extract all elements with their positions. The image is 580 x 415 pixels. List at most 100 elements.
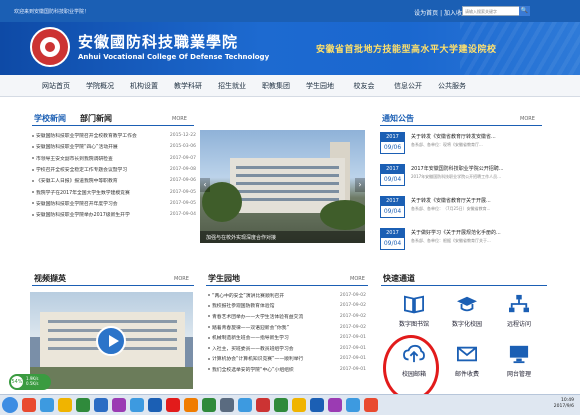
nav-item[interactable]: 公共服务 xyxy=(430,81,474,91)
app-icon[interactable] xyxy=(40,398,54,412)
nav-item[interactable]: 信息公开 xyxy=(386,81,430,91)
taskbar-clock[interactable]: 10:49 2017/9/6 xyxy=(554,398,574,410)
list-item-title: 机械制造新生班会——指导新生学习 xyxy=(208,334,328,341)
app-icon[interactable] xyxy=(310,398,324,412)
app-icon[interactable] xyxy=(112,398,126,412)
list-item-date: 2017-09-02 xyxy=(339,292,366,298)
nav-item[interactable]: 网站首页 xyxy=(34,81,78,91)
list-item[interactable]: 我们全校选举安的学院“中心”小组组织 2017-09-01 xyxy=(208,364,366,375)
main-nav: 网站首页 学院概况 机构设置 教学科研 招生就业 职教集团 学生园地 校友会 信… xyxy=(0,75,580,97)
app-icon[interactable] xyxy=(220,398,234,412)
nav-item[interactable]: 职教集团 xyxy=(254,81,298,91)
list-item-date: 2017-09-02 xyxy=(339,303,366,309)
app-icon[interactable] xyxy=(58,398,72,412)
list-item-date: 2015-12-22 xyxy=(169,133,196,139)
list-item[interactable]: “两心中的安全”演讲比赛顺利召开 2017-09-02 xyxy=(208,290,366,301)
list-item[interactable]: 踏着青春旋律——双语迎新会“你我” 2017-09-02 xyxy=(208,322,366,333)
notice-summary: 各系部、各单位：根据《安徽省教育厅关于... xyxy=(411,238,491,243)
app-icon[interactable] xyxy=(184,398,198,412)
app-icon[interactable] xyxy=(166,398,180,412)
app-icon[interactable] xyxy=(256,398,270,412)
quick-item-digital-campus[interactable]: 数字化校园 xyxy=(442,294,492,328)
list-item-date: 2017-09-02 xyxy=(339,313,366,319)
app-icon[interactable] xyxy=(364,398,378,412)
list-item-title: “两心中的安全”演讲比赛顺利召开 xyxy=(208,292,328,299)
list-item[interactable]: 安徽国防科技职业学院召开全校教育教学工作会 2015-12-22 xyxy=(32,130,196,141)
notice-item[interactable]: 2017 09/04 关于做好学习《关于开展规范化手册的... 各系部、各单位：根据《… xyxy=(380,226,540,257)
list-item-date: 2017-09-08 xyxy=(169,167,196,173)
divider xyxy=(32,285,194,286)
nav-item[interactable]: 机构设置 xyxy=(122,81,166,91)
photo-prev-arrow[interactable]: ‹ xyxy=(200,178,210,192)
list-item[interactable]: 安徽国防科技职业学院召开年度学习会 2017-09-05 xyxy=(32,198,196,209)
college-logo[interactable] xyxy=(30,27,70,67)
list-item[interactable]: 计算机协会“计算机知识竞赛”——顺利举行 2017-09-01 xyxy=(208,354,366,365)
graduation-cap-icon xyxy=(457,296,477,312)
nav-item[interactable]: 学生园地 xyxy=(298,81,342,91)
list-item-title: 我们全校选举安的学院“中心”小组组织 xyxy=(208,366,328,373)
video-player[interactable] xyxy=(30,292,193,389)
video-more-link[interactable]: MORE xyxy=(174,276,189,282)
app-icon[interactable] xyxy=(274,398,288,412)
app-icon[interactable] xyxy=(292,398,306,412)
quick-item-mail-fee[interactable]: 邮件收费 xyxy=(442,344,492,378)
nav-item[interactable]: 教学科研 xyxy=(166,81,210,91)
nav-item[interactable]: 校友会 xyxy=(342,81,386,91)
app-icon[interactable] xyxy=(76,398,90,412)
tab-school-news[interactable]: 学校新闻 xyxy=(34,113,66,124)
list-item[interactable]: 市领导王安文副市长到我院调研检查 2017-09-07 xyxy=(32,153,196,164)
campus-more-link[interactable]: MORE xyxy=(350,276,365,282)
quick-item-site-admin[interactable]: 网台管理 xyxy=(494,344,544,378)
app-icon[interactable] xyxy=(238,398,252,412)
app-icon[interactable] xyxy=(202,398,216,412)
notice-item[interactable]: 2017 09/04 2017年安徽国防科技职业学院公开招聘... 2017年安徽国防… xyxy=(380,162,540,193)
news-photo[interactable]: ‹ › 加强与在校外实现深度合作对接 xyxy=(200,130,365,243)
network-speed-widget[interactable]: 54% 1.9K/s 0.5K/s xyxy=(9,374,51,390)
app-icon[interactable] xyxy=(328,398,342,412)
app-icon[interactable] xyxy=(346,398,360,412)
list-item[interactable]: 《安徽工人日报》报道我院中等职教育 2017-09-06 xyxy=(32,175,196,186)
list-item[interactable]: 机械制造新生班会——指导新生学习 2017-09-01 xyxy=(208,332,366,343)
divider xyxy=(381,285,547,286)
app-icon[interactable] xyxy=(22,398,36,412)
list-item[interactable]: 学校召开全校安全稳定工作专题会议暨学习 2017-09-08 xyxy=(32,164,196,175)
list-item-date: 2017-09-07 xyxy=(169,155,196,161)
video-title: 视频撷英 xyxy=(34,274,66,283)
search-button[interactable]: 🔍 xyxy=(519,6,530,16)
play-icon[interactable] xyxy=(96,326,126,356)
bullet-icon xyxy=(208,357,210,360)
list-item[interactable]: 我院学子在2017年全国大学生数学建模竞赛 2017-09-05 xyxy=(32,186,196,197)
quick-title: 快速通道 xyxy=(383,274,415,283)
topbar-links[interactable]: 设为首页 | 加入收藏 xyxy=(414,8,468,17)
bullet-icon xyxy=(32,168,34,171)
list-item-title: 《安徽工人日报》报道我院中等职教育 xyxy=(32,177,160,184)
bullet-icon xyxy=(208,294,210,297)
notice-item[interactable]: 2017 09/04 关于转发《安徽省教育厅关于开展... 各系部、各单位：（7月25… xyxy=(380,194,540,225)
app-icon[interactable] xyxy=(94,398,108,412)
list-item[interactable]: 入社主，买班委员——教员班组学习会 2017-09-01 xyxy=(208,343,366,354)
tab-dept-news[interactable]: 部门新闻 xyxy=(80,113,112,124)
bullet-icon xyxy=(32,202,34,205)
bullet-icon xyxy=(32,213,34,216)
quick-item-remote-access[interactable]: 远程访问 xyxy=(494,294,544,328)
notice-more-link[interactable]: MORE xyxy=(520,116,535,122)
nav-item[interactable]: 招生就业 xyxy=(210,81,254,91)
list-item[interactable]: 安徽国防科技职业学院举办2017级新生开学 2017-09-04 xyxy=(32,209,196,220)
search-input[interactable]: 请输入搜索关键字 xyxy=(462,6,520,16)
app-icon[interactable] xyxy=(130,398,144,412)
nav-item[interactable]: 学院概况 xyxy=(78,81,122,91)
start-button[interactable] xyxy=(2,397,18,413)
mail-icon xyxy=(457,346,477,362)
notice-summary: 各系部、各单位：现将《安徽省教育厅... xyxy=(411,142,483,147)
network-icon xyxy=(509,294,529,313)
news-list: 安徽国防科技职业学院召开全校教育教学工作会 2015-12-22 安徽国防科技职业学… xyxy=(32,130,196,220)
list-item[interactable]: 青春艺术团举办——大学生活体验有益交流 2017-09-02 xyxy=(208,311,366,322)
list-item[interactable]: 我校报社参观国防教育体验馆 2017-09-02 xyxy=(208,301,366,312)
quick-item-library[interactable]: 数字图书馆 xyxy=(389,294,439,328)
app-icon[interactable] xyxy=(148,398,162,412)
photo-next-arrow[interactable]: › xyxy=(355,178,365,192)
news-more-link[interactable]: MORE xyxy=(172,116,187,122)
notice-item[interactable]: 2017 09/06 关于转发《安徽省教育厅转发安徽省... 各系部、各单位：现将《安… xyxy=(380,130,540,161)
list-item-title: 安徽国防科技职业学院“四心”活动开展 xyxy=(32,143,160,150)
list-item[interactable]: 安徽国防科技职业学院“四心”活动开展 2015-03-06 xyxy=(32,141,196,152)
